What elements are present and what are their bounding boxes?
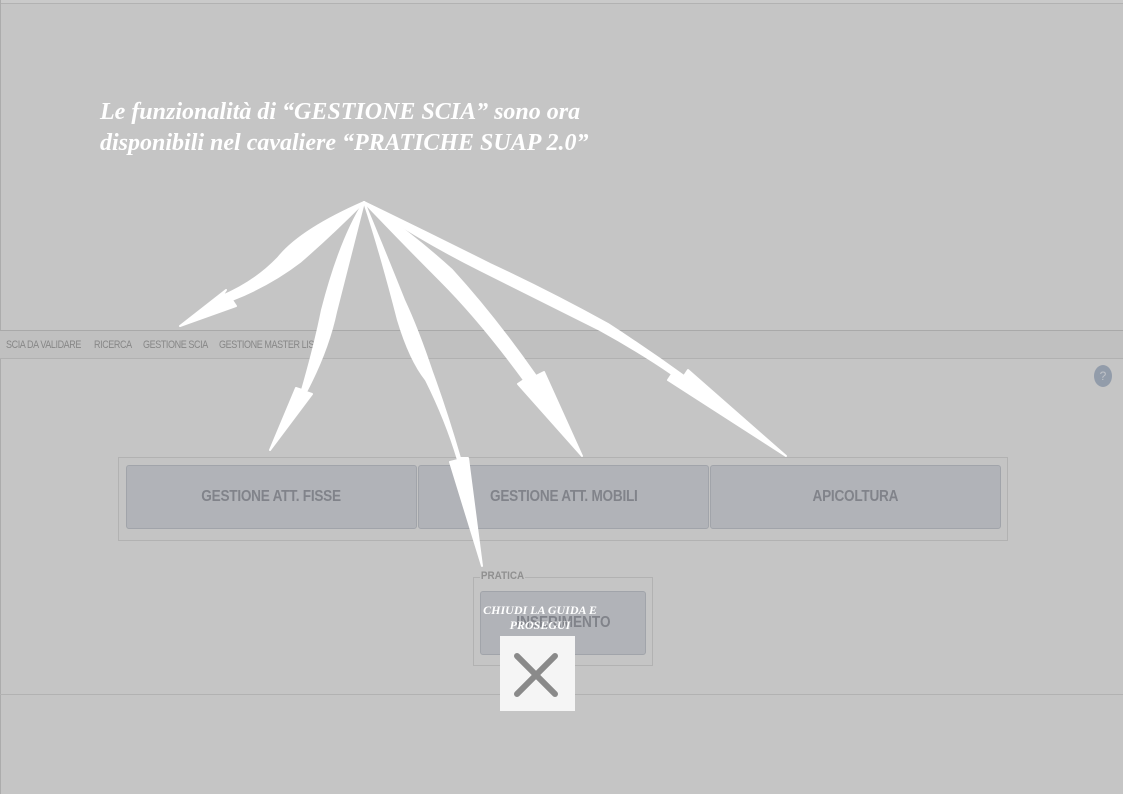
arrow-to-apicoltura bbox=[363, 201, 787, 457]
close-guide-label: CHIUDI LA GUIDA E PROSEGUI bbox=[483, 603, 597, 632]
arrow-to-gestione-att-mobili bbox=[363, 201, 583, 457]
close-icon bbox=[514, 653, 558, 697]
close-guide-button[interactable] bbox=[500, 636, 575, 711]
